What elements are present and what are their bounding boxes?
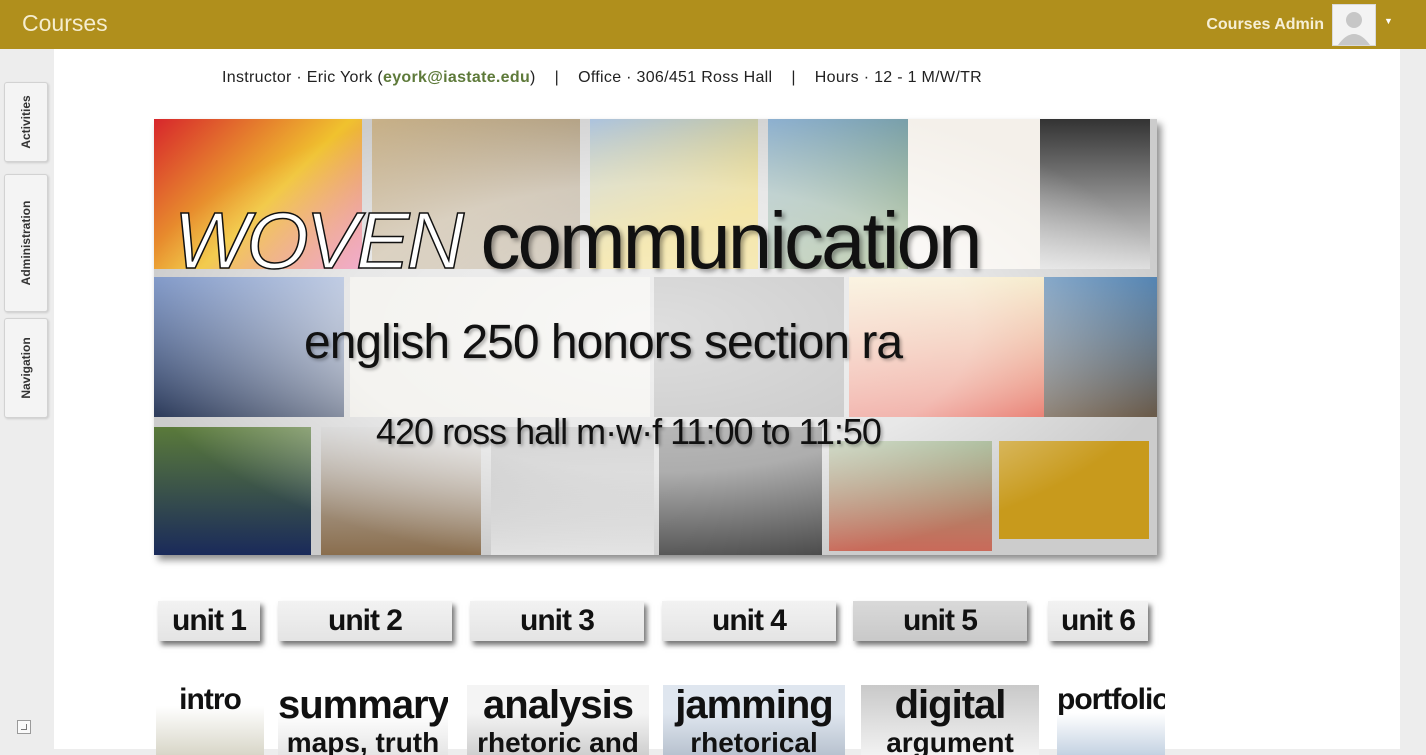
- banner-title: WOVEN communication: [173, 200, 982, 282]
- banner-schedule: 420 ross hall m·w·f 11:00 to 11:50: [376, 411, 882, 452]
- office-info: Office · 306/451 Ross Hall: [578, 69, 773, 86]
- topic-subtitle: maps, truth: [286, 727, 440, 755]
- dock-icon[interactable]: [17, 720, 31, 734]
- instructor-prefix: Instructor · Eric York (: [222, 69, 384, 86]
- topic-analysis-tile[interactable]: analysis rhetoric and: [467, 685, 649, 755]
- unit-4-button[interactable]: unit 4: [662, 601, 836, 641]
- separator: |: [554, 69, 560, 86]
- sidebar-tab-activities[interactable]: Activities: [4, 82, 48, 162]
- top-navbar: Courses Courses Admin ▼: [0, 0, 1426, 49]
- topic-summary-tile[interactable]: summary maps, truth: [278, 685, 448, 755]
- sidebar-tab-label: Administration: [19, 200, 33, 286]
- banner-subtitle: english 250 honors section ra: [304, 316, 903, 369]
- topic-subtitle: rhetorical: [690, 727, 818, 755]
- topic-title: analysis: [483, 685, 634, 727]
- topic-intro-tile[interactable]: intro: [156, 685, 264, 755]
- unit-1-button[interactable]: unit 1: [158, 601, 260, 641]
- topic-title: intro: [179, 685, 242, 716]
- separator: |: [791, 69, 796, 86]
- topic-digital-tile[interactable]: digital argument: [861, 685, 1039, 755]
- topic-title: jamming: [675, 685, 833, 727]
- sidebar-tab-administration[interactable]: Administration: [4, 174, 48, 312]
- unit-6-button[interactable]: unit 6: [1048, 601, 1148, 641]
- instructor-suffix: ): [530, 69, 536, 86]
- banner-title-communication: communication: [480, 196, 982, 285]
- course-banner-image: WOVEN communication english 250 honors s…: [154, 119, 1157, 555]
- hours-info: Hours · 12 - 1 M/W/TR: [814, 69, 983, 86]
- avatar[interactable]: [1332, 4, 1376, 46]
- chevron-down-icon[interactable]: ▼: [1384, 16, 1393, 26]
- unit-3-button[interactable]: unit 3: [470, 601, 644, 641]
- banner-title-woven: WOVEN: [173, 196, 465, 285]
- sidebar-tab-label: Navigation: [19, 337, 33, 399]
- unit-5-button[interactable]: unit 5: [853, 601, 1027, 641]
- topic-subtitle: rhetoric and: [477, 727, 639, 755]
- topic-title: portfolio: [1057, 685, 1165, 716]
- instructor-email-link[interactable]: eyork@iastate.edu: [383, 69, 530, 86]
- topic-title: digital: [894, 685, 1007, 727]
- sidebar-tab-label: Activities: [19, 95, 33, 149]
- course-info-line: Instructor · Eric York (eyork@iastate.ed…: [222, 69, 982, 87]
- topic-portfolio-tile[interactable]: portfolio: [1057, 685, 1165, 755]
- site-brand-link[interactable]: Courses: [22, 10, 108, 37]
- topic-jamming-tile[interactable]: jamming rhetorical: [663, 685, 845, 755]
- user-menu-name[interactable]: Courses Admin: [1206, 16, 1324, 34]
- sidebar-tab-navigation[interactable]: Navigation: [4, 318, 48, 418]
- unit-2-button[interactable]: unit 2: [278, 601, 452, 641]
- main-content: Instructor · Eric York (eyork@iastate.ed…: [54, 49, 1400, 755]
- user-avatar-icon: [1338, 12, 1370, 45]
- topic-subtitle: argument: [886, 727, 1014, 755]
- topic-title: summary: [278, 685, 448, 727]
